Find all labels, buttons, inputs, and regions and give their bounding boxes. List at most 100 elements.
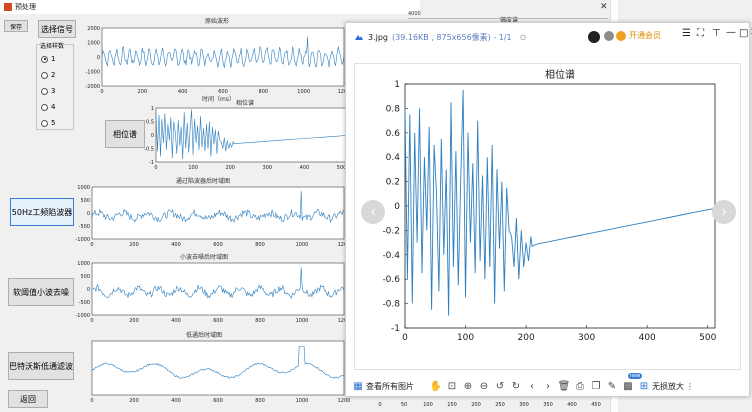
copy-icon[interactable]: ❐ [588, 379, 604, 393]
delete-icon[interactable]: 🗑 [556, 379, 572, 393]
ytick-label: 1000 [87, 41, 100, 47]
ytick-label: 0.2 [386, 178, 400, 188]
print-icon[interactable]: ⎙ [572, 379, 588, 393]
notch-filtered-plot: 10005000-500-10000 200 400 600 800 1000 1200 [75, 185, 350, 248]
ytick-label: -0.5 [144, 147, 154, 153]
xtick-label: 0 [154, 165, 157, 171]
zoom-in-icon[interactable]: ⊕ [460, 379, 476, 393]
figure-titlebar: 预处理 [0, 0, 420, 14]
next-icon[interactable]: › [540, 379, 556, 393]
zoom-out-icon[interactable]: ⊖ [476, 379, 492, 393]
bg-top-tick: 4000 [408, 11, 421, 17]
radio-dot-icon [41, 71, 48, 79]
next-image-button[interactable]: › [712, 200, 736, 224]
xtick-label: 1000 [297, 89, 310, 95]
radio-dot-icon [41, 55, 48, 63]
ytick-label: 1 [151, 106, 154, 112]
butterworth-filter-button[interactable]: 巴特沃斯低通滤波 [8, 352, 74, 380]
lossless-zoom-label[interactable]: 无损放大 [652, 381, 684, 392]
ytick-label: 0.5 [146, 120, 154, 126]
background-close-icon[interactable]: ✕ [600, 2, 608, 12]
ytick-label: -1 [149, 160, 154, 166]
cloud-sync-icon[interactable]: ⊙ [520, 33, 527, 42]
radio-5[interactable]: 5 [41, 119, 55, 127]
xtick-label: 600 [213, 242, 223, 248]
avatar[interactable] [588, 31, 600, 43]
theme-icon[interactable] [604, 31, 614, 41]
radio-dot-icon [41, 87, 48, 95]
radio-4[interactable]: 4 [41, 103, 55, 111]
ytick-label: 500 [80, 198, 90, 204]
prev-image-button[interactable]: ‹ [361, 200, 385, 224]
figure-title: 预处理 [15, 3, 36, 11]
menu-icon[interactable]: ☰ [682, 28, 691, 39]
ytick-label: -0.8 [382, 300, 400, 310]
xtick-label: 1000 [296, 398, 309, 404]
vip-icon[interactable] [616, 31, 626, 41]
xtick-label: 0 [90, 318, 93, 324]
grid-icon[interactable]: ▦ [350, 379, 366, 393]
actual-size-icon[interactable]: ⊡ [444, 379, 460, 393]
ytick-label: 1000 [77, 261, 90, 267]
ytick-label: -500 [79, 300, 90, 306]
apps-icon[interactable]: ▩ new [620, 373, 643, 393]
xtick-label: 400 [171, 398, 181, 404]
xtick-label: 1000 [296, 318, 309, 324]
hand-icon[interactable]: ✋ [428, 379, 444, 393]
ytick-label: -1000 [85, 70, 100, 76]
xtick-label: 100 [188, 165, 198, 171]
image-app-icon [355, 35, 363, 40]
xtick-label: 800 [255, 318, 265, 324]
ytick-label: 0 [87, 287, 90, 293]
ytick-label: -1000 [75, 237, 90, 243]
ytick-label: -2000 [85, 84, 100, 90]
xtick-label: 0 [90, 398, 93, 404]
ytick-label: -1000 [75, 313, 90, 319]
xtick-label: 600 [213, 398, 223, 404]
xtick-label: 200 [518, 333, 535, 343]
phase-spectrum-button[interactable]: 相位谱 [105, 120, 145, 148]
fullscreen-icon[interactable]: ⛶ [697, 28, 704, 39]
ytick-label: 1000 [77, 185, 90, 191]
xtick-label: 300 [263, 165, 273, 171]
ytick-label: 0.6 [386, 129, 401, 139]
radio-3[interactable]: 3 [41, 87, 55, 95]
wavelet-denoise-button[interactable]: 软阈值小波去噪 [8, 278, 74, 306]
maximize-icon[interactable]: □ [739, 28, 748, 39]
ytick-label: -0.2 [382, 226, 400, 236]
viewer-toolbar: ▦ 查看所有图片 ✋ ⊡ ⊕ ⊖ ↺ ↻ ‹ › 🗑 ⎙ ❐ ✎ ▩ new ⊞… [346, 373, 751, 397]
bg-xtick-label: 150 [447, 402, 457, 408]
minimize-icon[interactable]: — [726, 27, 736, 38]
previous-icon[interactable]: ‹ [524, 379, 540, 393]
rotate-right-icon[interactable]: ↻ [508, 379, 524, 393]
xtick-label: 400 [300, 165, 310, 171]
rotate-left-icon[interactable]: ↺ [492, 379, 508, 393]
pin-icon[interactable]: ⊤ [712, 28, 721, 39]
new-badge: new [628, 373, 643, 379]
save-button[interactable]: 保存 [4, 20, 28, 32]
more-icon[interactable]: ⋮ [686, 382, 694, 391]
phase-spectrum-chart: 相位谱 -1 -0.8 -0.6 -0.4 -0.2 0 0.2 0.4 0.6 0.8 1 0 100 2… [382, 68, 716, 343]
xtick-label: 800 [259, 89, 269, 95]
xtick-label: 400 [639, 333, 656, 343]
radio-2[interactable]: 2 [41, 71, 55, 79]
xtick-label: 1000 [296, 242, 309, 248]
edit-icon[interactable]: ✎ [604, 379, 620, 393]
view-all-link[interactable]: 查看所有图片 [366, 381, 414, 392]
bg-xtick-label: 250 [495, 402, 505, 408]
wavelet-denoised-plot: 10005000-500-10000 200 400 600 800 1000 1200 [75, 261, 350, 324]
xtick-label: 800 [255, 398, 265, 404]
radio-1[interactable]: 1 [41, 55, 55, 63]
back-button[interactable]: 返回 [8, 390, 48, 408]
plot1-xlabel: 时间（ms） [202, 96, 235, 103]
ytick-label: -0.6 [382, 275, 400, 285]
notch-filter-button[interactable]: 50Hz工频陷波器 [10, 198, 74, 226]
viewer-canvas: 相位谱 -1 -0.8 -0.6 -0.4 -0.2 0 0.2 0.4 0.6 0.8 1 0 100 2… [354, 63, 741, 370]
lossless-zoom-icon[interactable]: ⊞ [636, 379, 652, 393]
vip-link[interactable]: 开通会员 [629, 30, 661, 41]
xtick-label: 0 [402, 333, 408, 343]
bg-xtick-label: 400 [567, 402, 577, 408]
xtick-label: 300 [578, 333, 595, 343]
xtick-label: 200 [138, 89, 148, 95]
bg-xtick-label: 450 [591, 402, 601, 408]
